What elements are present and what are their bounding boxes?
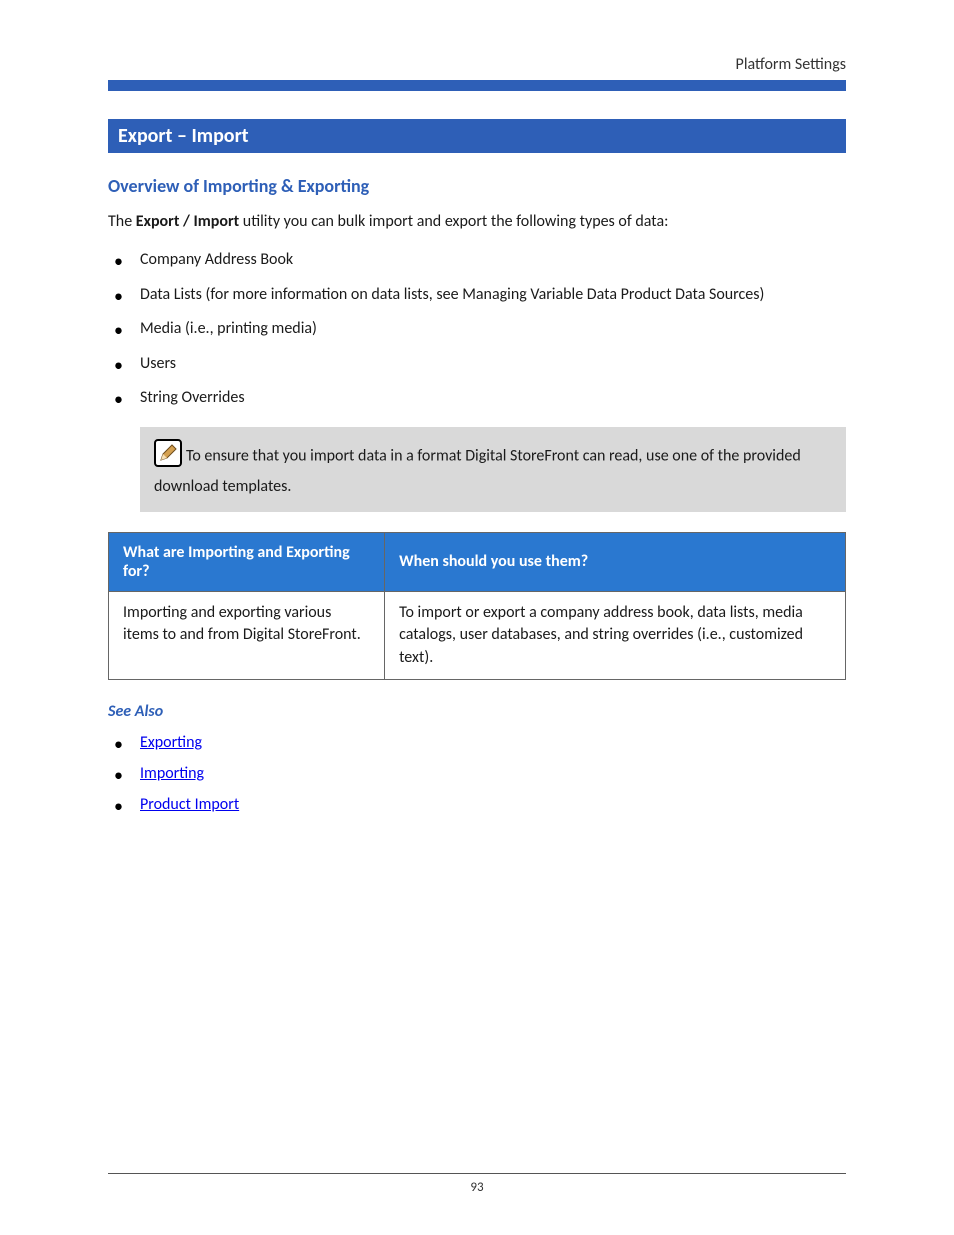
link-product-import[interactable]: Product Import (140, 795, 239, 814)
table-cell-1: Importing and exporting various items to… (109, 591, 385, 679)
data-types-list: Company Address Book Data Lists (for mor… (108, 249, 846, 409)
table-row: Importing and exporting various items to… (109, 591, 846, 679)
list-item: Data Lists (for more information on data… (108, 284, 846, 306)
subsection-title: Overview of Importing & Exporting (108, 175, 846, 197)
list-item: Company Address Book (108, 249, 846, 271)
section-title: Export – Import (108, 119, 846, 153)
intro-suffix: utility you can bulk import and export t… (239, 212, 668, 231)
note-box: To ensure that you import data in a form… (140, 427, 846, 511)
link-exporting[interactable]: Exporting (140, 733, 202, 752)
see-also-title: See Also (108, 702, 846, 721)
page-footer: 93 (108, 1173, 846, 1195)
table-cell-2: To import or export a company address bo… (385, 591, 846, 679)
header-label: Platform Settings (108, 55, 846, 74)
list-item: Exporting (108, 733, 846, 752)
header-bar (108, 80, 846, 91)
pencil-icon (154, 439, 182, 474)
note-text: To ensure that you import data in a form… (154, 447, 801, 496)
intro-prefix: The (108, 212, 136, 231)
intro-bold: Export / Import (136, 212, 239, 231)
info-table: What are Importing and Exporting for? Wh… (108, 532, 846, 680)
page-number: 93 (470, 1180, 483, 1195)
table-header-2: When should you use them? (385, 532, 846, 591)
list-item: Product Import (108, 795, 846, 814)
list-item: Media (i.e., printing media) (108, 318, 846, 340)
table-header-1: What are Importing and Exporting for? (109, 532, 385, 591)
list-item: String Overrides (108, 387, 846, 409)
intro-paragraph: The Export / Import utility you can bulk… (108, 211, 846, 233)
see-also-list: Exporting Importing Product Import (108, 733, 846, 814)
list-item: Users (108, 353, 846, 375)
link-importing[interactable]: Importing (140, 764, 204, 783)
list-item: Importing (108, 764, 846, 783)
